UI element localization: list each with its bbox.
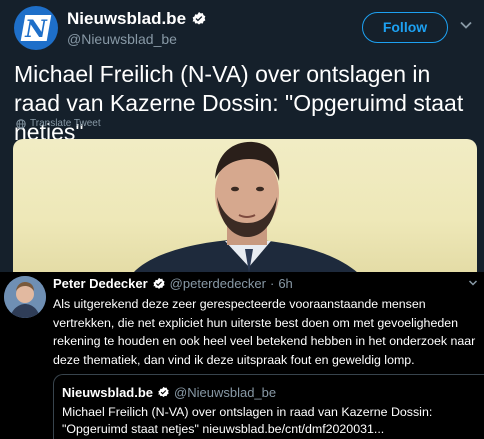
follow-button[interactable]: Follow: [362, 12, 448, 43]
tweet-text: Als uitgerekend deze zeer gerespecteerde…: [53, 297, 476, 367]
account-name[interactable]: Nieuwsblad.be: [67, 9, 186, 29]
caret-down-icon[interactable]: [468, 278, 478, 288]
chevron-down-icon[interactable]: [459, 18, 473, 32]
avatar-portrait: [4, 276, 46, 318]
portrait-illustration: [133, 141, 358, 273]
account-name-row[interactable]: Nieuwsblad.be: [67, 9, 207, 29]
avatar-letter: N: [20, 14, 52, 43]
reply-tweet: Peter Dedecker @peterdedecker · 6h Als u…: [0, 272, 484, 439]
translate-tweet-link[interactable]: Translate Tweet: [16, 118, 101, 129]
quoted-account-handle: @Nieuwsblad_be: [174, 385, 277, 400]
account-handle[interactable]: @Nieuwsblad_be: [67, 31, 177, 47]
tweet-timestamp[interactable]: 6h: [278, 276, 292, 291]
author-name[interactable]: Peter Dedecker: [53, 276, 148, 291]
verified-badge-icon: [153, 277, 165, 289]
avatar[interactable]: N: [14, 6, 58, 50]
tweet-media-image[interactable]: [13, 139, 477, 273]
tweet-text: Michael Freilich (N-VA) over ontslagen i…: [14, 61, 464, 145]
verified-badge-icon: [192, 12, 206, 25]
author-handle[interactable]: @peterdedecker: [170, 276, 266, 291]
avatar[interactable]: [4, 276, 46, 318]
author-row[interactable]: Peter Dedecker @peterdedecker · 6h: [53, 276, 293, 291]
quoted-account-name: Nieuwsblad.be: [62, 385, 154, 400]
translate-label[interactable]: Translate Tweet: [30, 118, 101, 129]
quoted-tweet[interactable]: Nieuwsblad.be @Nieuwsblad_be Michael Fre…: [53, 374, 484, 439]
verified-badge-icon: [158, 386, 169, 397]
quoted-author-row: Nieuwsblad.be @Nieuwsblad_be: [62, 385, 276, 400]
globe-icon: [16, 118, 26, 129]
meta-separator: ·: [269, 276, 275, 291]
top-tweet: N Nieuwsblad.be @Nieuwsblad_be Follow Mi…: [0, 0, 484, 273]
quoted-tweet-text: Michael Freilich (N-VA) over ontslagen i…: [62, 405, 433, 436]
